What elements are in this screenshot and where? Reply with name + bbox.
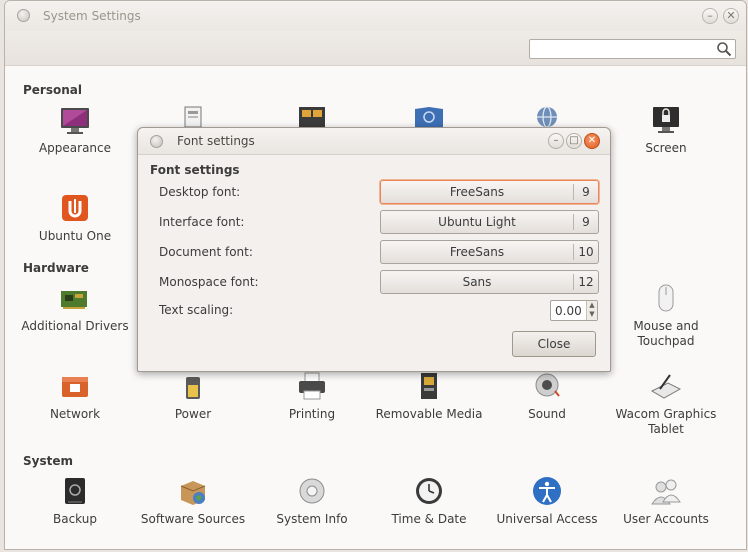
item-label: User Accounts <box>623 512 709 526</box>
item-label: Removable Media <box>375 407 483 421</box>
item-label: Wacom Graphics Tablet <box>615 407 717 436</box>
system-info-icon <box>299 478 325 504</box>
dialog-menu-icon[interactable] <box>150 135 163 148</box>
close-button[interactable]: ✕ <box>723 8 739 24</box>
font-name: Ubuntu Light <box>438 215 516 229</box>
search-icon[interactable] <box>716 41 732 57</box>
sound-item[interactable]: Sound <box>492 371 602 422</box>
item-label: Printing <box>288 407 336 421</box>
close-dialog-button[interactable]: Close <box>512 331 596 357</box>
font-size: 9 <box>582 215 590 229</box>
item-label: Sound <box>528 407 566 421</box>
appearance-item[interactable]: Appearance <box>20 105 130 156</box>
window-title: System Settings <box>43 9 141 23</box>
additional-drivers-item[interactable]: Additional Drivers <box>20 283 130 334</box>
system-info-item[interactable]: System Info <box>257 476 367 527</box>
text-scaling-spinner[interactable]: 0.00 ▲ ▼ <box>550 300 598 321</box>
dialog-heading: Font settings <box>150 163 240 177</box>
universal-access-icon <box>533 477 561 505</box>
spin-down-icon[interactable]: ▼ <box>587 310 597 319</box>
dialog-title: Font settings <box>177 134 255 148</box>
item-label: Universal Access <box>496 512 598 526</box>
spin-up-icon[interactable]: ▲ <box>587 301 597 310</box>
item-label: System Info <box>276 512 348 526</box>
search-input[interactable] <box>529 39 736 59</box>
monospace-font-label: Monospace font: <box>159 275 259 289</box>
item-label: Appearance <box>38 141 112 155</box>
font-name: FreeSans <box>449 245 505 259</box>
software-sources-item[interactable]: Software Sources <box>138 476 248 527</box>
item-label: Mouse and Touchpad <box>633 319 699 348</box>
text-scaling-value: 0.00 <box>555 304 582 318</box>
section-hardware: Hardware <box>23 261 89 275</box>
removable-media-icon <box>421 373 437 399</box>
backup-item[interactable]: Backup <box>20 476 130 527</box>
window-menu-icon[interactable] <box>17 9 30 22</box>
monospace-font-button[interactable]: Sans 12 <box>380 270 599 294</box>
backup-icon <box>65 478 85 504</box>
user-accounts-item[interactable]: User Accounts <box>611 476 721 527</box>
printer-icon <box>299 372 325 400</box>
document-font-label: Document font: <box>159 245 253 259</box>
section-system: System <box>23 454 73 468</box>
interface-font-button[interactable]: Ubuntu Light 9 <box>380 210 599 234</box>
network-item[interactable]: Network <box>20 371 130 422</box>
screen-item[interactable]: Screen <box>611 105 721 156</box>
additional-drivers-icon <box>61 291 87 309</box>
toolbar <box>5 31 746 66</box>
item-label: Time & Date <box>391 512 467 526</box>
wacom-tablet-icon <box>650 374 682 399</box>
wacom-tablet-item[interactable]: Wacom Graphics Tablet <box>611 371 721 437</box>
desktop-font-button[interactable]: FreeSans 9 <box>380 180 599 204</box>
spinner-arrows[interactable]: ▲ ▼ <box>586 301 597 320</box>
font-name: Sans <box>462 275 492 289</box>
font-size: 10 <box>578 245 594 259</box>
printing-item[interactable]: Printing <box>257 371 367 422</box>
dialog-maximize-button[interactable]: □ <box>566 133 582 149</box>
desktop-font-label: Desktop font: <box>159 185 241 199</box>
font-settings-dialog: Font settings – □ ✕ Font settings Deskto… <box>137 127 611 372</box>
dialog-minimize-button[interactable]: – <box>548 133 564 149</box>
ubuntu-one-icon <box>62 195 88 221</box>
clock-icon <box>416 478 442 504</box>
screen-lock-icon <box>653 107 679 133</box>
dialog-close-button[interactable]: ✕ <box>584 133 600 149</box>
ubuntu-one-item[interactable]: Ubuntu One <box>20 193 130 244</box>
sound-icon <box>535 373 560 397</box>
interface-font-label: Interface font: <box>159 215 245 229</box>
software-sources-icon <box>180 481 206 505</box>
section-personal: Personal <box>23 83 82 97</box>
mouse-touchpad-item[interactable]: Mouse and Touchpad <box>611 283 721 349</box>
item-label: Additional Drivers <box>21 319 129 333</box>
item-label: Network <box>49 407 101 421</box>
font-size: 12 <box>578 275 594 289</box>
network-icon <box>62 377 88 397</box>
font-size: 9 <box>582 185 590 199</box>
item-label: Backup <box>53 512 97 526</box>
power-item[interactable]: Power <box>138 371 248 422</box>
item-label: Power <box>174 407 212 421</box>
appearance-icon <box>61 108 89 134</box>
document-font-button[interactable]: FreeSans 10 <box>380 240 599 264</box>
minimize-button[interactable]: – <box>702 8 718 24</box>
text-scaling-label: Text scaling: <box>159 303 234 317</box>
user-accounts-icon <box>651 479 681 505</box>
window-titlebar: System Settings – ✕ <box>5 1 746 31</box>
item-label: Software Sources <box>140 512 246 526</box>
power-icon <box>186 377 200 399</box>
universal-access-item[interactable]: Universal Access <box>492 476 602 527</box>
item-label: Ubuntu One <box>38 229 112 243</box>
item-label: Screen <box>645 141 687 155</box>
dialog-titlebar: Font settings – □ ✕ <box>138 128 610 155</box>
removable-media-item[interactable]: Removable Media <box>374 371 484 422</box>
font-name: FreeSans <box>449 185 505 199</box>
time-date-item[interactable]: Time & Date <box>374 476 484 527</box>
mouse-icon <box>658 284 674 312</box>
